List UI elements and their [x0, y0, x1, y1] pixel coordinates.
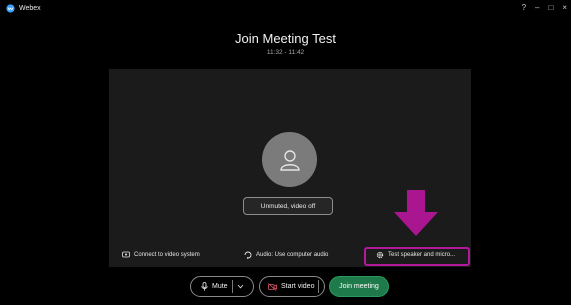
maximize-button[interactable]: □ — [548, 3, 553, 13]
connect-video-system-label: Connect to video system — [134, 252, 200, 258]
microphone-icon — [201, 282, 208, 291]
start-video-button[interactable]: Start video — [268, 282, 315, 291]
audio-icon — [244, 251, 252, 259]
video-system-icon — [122, 251, 130, 258]
mute-button[interactable]: Mute — [201, 282, 228, 291]
meeting-controls: Mute Start video Join meeting — [0, 276, 571, 298]
mute-label: Mute — [212, 283, 228, 290]
start-video-label: Start video — [281, 283, 315, 290]
app-branding: Webex — [6, 4, 41, 13]
start-video-control: Start video — [259, 276, 325, 297]
chevron-down-icon[interactable] — [237, 284, 244, 289]
video-off-icon — [268, 282, 277, 291]
audio-video-status: Unmuted, video off — [243, 197, 333, 215]
divider — [231, 280, 233, 293]
chevron-down-icon[interactable] — [322, 284, 324, 289]
window-controls: ? – □ × — [522, 3, 567, 13]
close-button[interactable]: × — [562, 3, 567, 13]
meeting-time: 11:32 - 11:42 — [266, 49, 305, 56]
meeting-title: Join Meeting Test — [235, 31, 336, 46]
avatar — [262, 132, 317, 187]
join-meeting-button[interactable]: Join meeting — [329, 276, 389, 297]
minimize-button[interactable]: – — [535, 3, 539, 13]
connect-video-system-option[interactable]: Connect to video system — [122, 251, 200, 259]
person-icon — [279, 149, 300, 171]
help-icon[interactable]: ? — [522, 3, 526, 13]
arrow-down-annotation — [394, 190, 438, 236]
title-bar: Webex ? – □ × — [0, 0, 571, 20]
webex-logo-icon — [6, 4, 15, 13]
audio-option-label: Audio: Use computer audio — [256, 252, 329, 258]
video-preview: Unmuted, video off — [109, 69, 471, 267]
mute-control: Mute — [190, 276, 254, 297]
highlight-box — [364, 247, 470, 266]
audio-option[interactable]: Audio: Use computer audio — [244, 251, 328, 259]
app-name: Webex — [19, 5, 41, 12]
